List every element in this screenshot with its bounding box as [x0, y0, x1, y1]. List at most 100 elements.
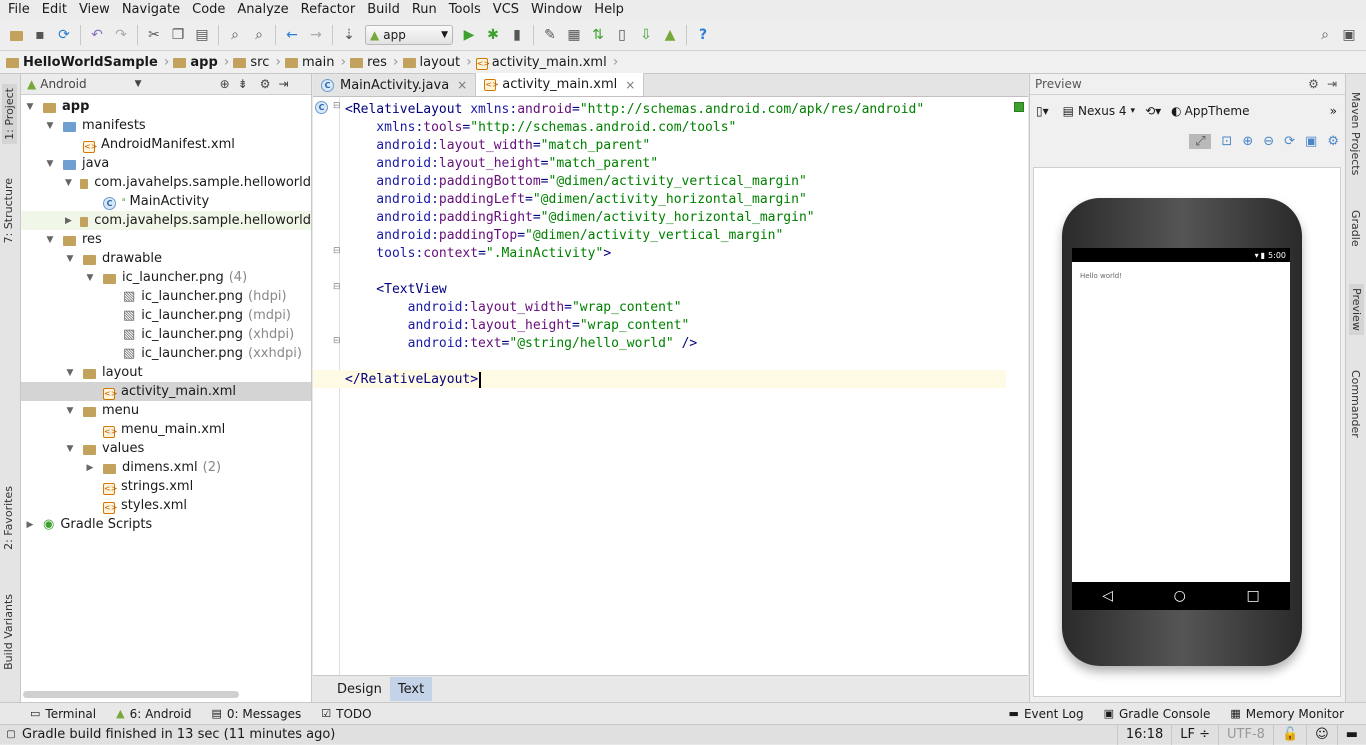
chevron-down-icon[interactable]: ▼: [135, 79, 142, 89]
list-item[interactable]: ▼ res: [21, 230, 311, 249]
list-item[interactable]: ▼ com.javahelps.sample.helloworld: [21, 173, 311, 192]
tree-toggle-icon[interactable]: ▼: [45, 121, 55, 131]
list-item[interactable]: <> activity_main.xml: [21, 382, 311, 401]
fold-icon[interactable]: ⊟: [333, 246, 341, 256]
orientation-icon[interactable]: ⟲▾: [1145, 104, 1161, 118]
avd-manager-icon[interactable]: ▯: [611, 24, 633, 46]
caret-position[interactable]: 16:18: [1116, 724, 1171, 745]
run-icon[interactable]: ▶: [458, 24, 480, 46]
list-item[interactable]: ▧ ic_launcher.png (xxhdpi): [21, 344, 311, 363]
open-folder-icon[interactable]: [5, 24, 27, 46]
hide-panel-icon[interactable]: ⇥: [278, 77, 288, 91]
hector-icon[interactable]: ☺: [1306, 724, 1337, 745]
tool-window-todo[interactable]: ☑ TODO: [321, 707, 371, 721]
class-gutter-icon[interactable]: C: [315, 101, 328, 114]
tree-toggle-icon[interactable]: ▼: [45, 235, 55, 245]
menu-help[interactable]: Help: [588, 0, 630, 20]
list-item[interactable]: ▧ ic_launcher.png (xhdpi): [21, 325, 311, 344]
sync-icon[interactable]: ⟳: [53, 24, 75, 46]
code-editor[interactable]: C ⊟ ⊟ ⊟ ⊟ ⊟ <RelativeLayout xmlns:androi…: [313, 97, 1028, 675]
menu-file[interactable]: File: [2, 0, 36, 20]
tree-toggle-icon[interactable]: ▼: [45, 159, 55, 169]
gradle-sync-icon[interactable]: ⇅: [587, 24, 609, 46]
breadcrumb-item[interactable]: HelloWorldSample: [6, 55, 158, 70]
fold-icon[interactable]: ⊟: [333, 282, 341, 292]
tool-window-messages[interactable]: ▤ 0: Messages: [211, 707, 301, 721]
list-item[interactable]: ▼ drawable: [21, 249, 311, 268]
project-structure-icon[interactable]: ▦: [563, 24, 585, 46]
android-device-monitor-icon[interactable]: ▲: [659, 24, 681, 46]
tree-toggle-icon[interactable]: ▼: [85, 273, 95, 283]
menu-code[interactable]: Code: [186, 0, 231, 20]
list-item[interactable]: ▼ menu: [21, 401, 311, 420]
back-icon[interactable]: ←: [281, 24, 303, 46]
tool-window-android[interactable]: ▲ 6: Android: [116, 707, 191, 721]
theme-select[interactable]: AppTheme: [1185, 104, 1250, 118]
save-icon[interactable]: ▪: [29, 24, 51, 46]
tab-preview[interactable]: Preview: [1349, 284, 1364, 335]
list-item[interactable]: <> strings.xml: [21, 477, 311, 496]
list-item[interactable]: ▶ com.javahelps.sample.helloworld: [21, 211, 311, 230]
run-config-select[interactable]: ▲ app ▼: [365, 25, 453, 45]
device-select[interactable]: Nexus 4: [1078, 104, 1127, 118]
search-everywhere-icon[interactable]: ⌕: [1314, 24, 1336, 46]
breadcrumb-item[interactable]: main: [284, 55, 334, 70]
menu-refactor[interactable]: Refactor: [295, 0, 362, 20]
zoom-fit-icon[interactable]: ⤢: [1189, 134, 1212, 149]
tree-toggle-icon[interactable]: ▶: [65, 216, 72, 226]
list-item[interactable]: <> styles.xml: [21, 496, 311, 515]
menu-run[interactable]: Run: [406, 0, 443, 20]
list-item[interactable]: ▶ dimens.xml (2): [21, 458, 311, 477]
breadcrumb-item[interactable]: res: [350, 55, 387, 70]
more-icon[interactable]: »: [1330, 104, 1337, 118]
menu-vcs[interactable]: VCS: [487, 0, 525, 20]
list-item[interactable]: Cᵃ MainActivity: [21, 192, 311, 211]
tree-toggle-icon[interactable]: ▼: [65, 178, 72, 188]
close-icon[interactable]: ×: [457, 78, 467, 92]
tree-toggle-icon[interactable]: ▼: [65, 368, 75, 378]
tool-window-gradleconsole[interactable]: ▣ Gradle Console: [1104, 707, 1211, 721]
menu-view[interactable]: View: [73, 0, 116, 20]
tab-maven-projects[interactable]: Maven Projects: [1349, 92, 1362, 175]
find-icon[interactable]: ⌕: [224, 24, 246, 46]
file-encoding[interactable]: UTF-8: [1218, 724, 1273, 745]
tab-mainactivity-java[interactable]: C MainActivity.java ×: [313, 74, 477, 96]
list-item[interactable]: ▼ values: [21, 439, 311, 458]
zoom-out-icon[interactable]: ⊖: [1263, 134, 1274, 149]
tree-toggle-icon[interactable]: ▼: [25, 102, 35, 112]
breadcrumb-item[interactable]: layout: [402, 55, 460, 70]
tree-toggle-icon[interactable]: ▼: [65, 254, 75, 264]
menu-navigate[interactable]: Navigate: [116, 0, 186, 20]
list-item[interactable]: <> AndroidManifest.xml: [21, 135, 311, 154]
list-item[interactable]: ▧ ic_launcher.png (mdpi): [21, 306, 311, 325]
settings-icon[interactable]: ⚙: [1327, 134, 1339, 149]
sdk-manager-icon[interactable]: ⇩: [635, 24, 657, 46]
settings-icon[interactable]: ✎: [539, 24, 561, 46]
tab-favorites[interactable]: 2: Favorites: [2, 486, 15, 550]
close-icon[interactable]: ×: [625, 78, 635, 92]
menu-analyze[interactable]: Analyze: [231, 0, 294, 20]
line-separator[interactable]: LF ÷: [1171, 724, 1218, 745]
undo-icon[interactable]: ↶: [86, 24, 108, 46]
tab-activity_main-xml[interactable]: <> activity_main.xml ×: [476, 73, 645, 96]
collapse-all-icon[interactable]: ⇟: [238, 77, 248, 91]
tool-window-memorymonitor[interactable]: ▦ Memory Monitor: [1230, 707, 1344, 721]
tab-build-variants[interactable]: Build Variants: [2, 594, 15, 670]
debug-icon[interactable]: ✱: [482, 24, 504, 46]
list-item[interactable]: ▼ layout: [21, 363, 311, 382]
gear-icon[interactable]: ⚙: [1308, 77, 1319, 91]
tab-project[interactable]: 1: Project: [2, 84, 17, 144]
device-config-icon[interactable]: ▯▾: [1036, 104, 1049, 118]
tab-structure[interactable]: 7: Structure: [2, 178, 15, 243]
menu-edit[interactable]: Edit: [36, 0, 73, 20]
tab-commander[interactable]: Commander: [1349, 370, 1362, 438]
tool-window-eventlog[interactable]: ▬ Event Log: [1009, 707, 1084, 721]
list-item[interactable]: ▼ manifests: [21, 116, 311, 135]
chevron-down-icon[interactable]: ▾: [1131, 106, 1136, 116]
make-project-icon[interactable]: ⇣: [338, 24, 360, 46]
lock-icon[interactable]: 🔓: [1272, 724, 1306, 745]
list-item[interactable]: <> menu_main.xml: [21, 420, 311, 439]
tool-window-terminal[interactable]: ▭ Terminal: [30, 707, 96, 721]
gear-icon[interactable]: ⚙: [260, 77, 271, 91]
tree-toggle-icon[interactable]: ▼: [65, 444, 75, 454]
